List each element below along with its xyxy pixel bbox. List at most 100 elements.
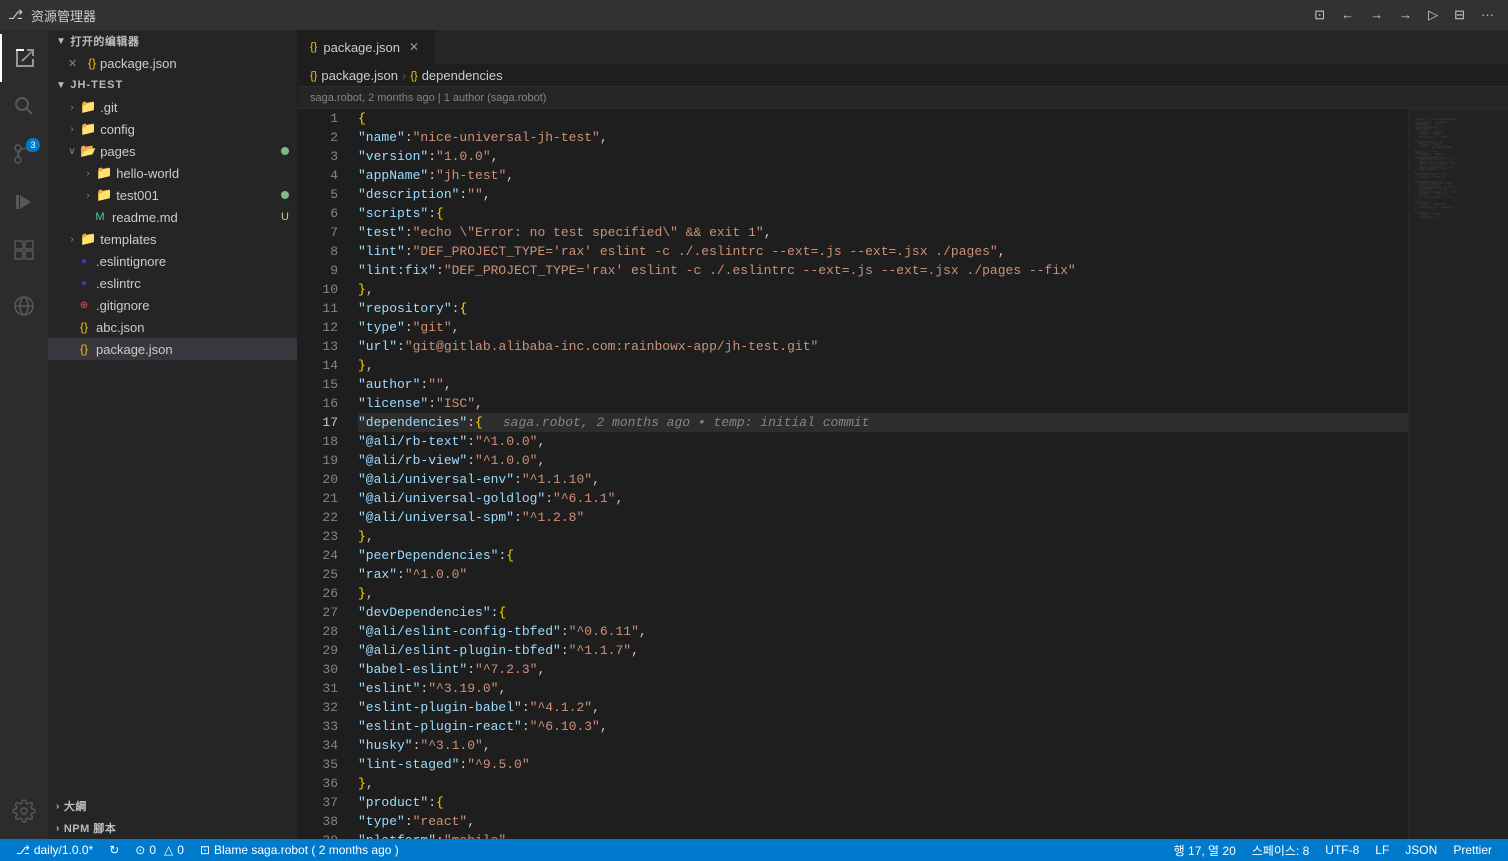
back-icon[interactable]: ← [1335, 7, 1360, 23]
code-line-25: "rax": "^1.0.0" [358, 565, 1408, 584]
code-line-23: }, [358, 527, 1408, 546]
tree-item-gitignore[interactable]: ⊕ .gitignore [48, 294, 297, 316]
tab-package-json[interactable]: {} package.json ✕ [298, 30, 435, 64]
code-line-29: "@ali/eslint-plugin-tbfed": "^1.1.7", [358, 641, 1408, 660]
breadcrumb-file[interactable]: package.json [321, 68, 398, 83]
open-editors-arrow: ▼ [56, 36, 66, 47]
tree-label-readme: readme.md [112, 210, 178, 225]
status-sync[interactable]: ↻ [101, 839, 127, 861]
tab-label: package.json [323, 40, 400, 55]
tree-item-git[interactable]: › 📁 .git [48, 96, 297, 118]
code-line-37: "product": { [358, 793, 1408, 812]
tree-item-abc-json[interactable]: {} abc.json [48, 316, 297, 338]
breadcrumb-section[interactable]: dependencies [422, 68, 503, 83]
status-encoding[interactable]: UTF-8 [1317, 839, 1367, 861]
tree-item-templates[interactable]: › 📁 templates [48, 228, 297, 250]
minimap[interactable]: { "name": "nice-universal", "version": "… [1408, 109, 1508, 839]
json-icon-2: {} [76, 320, 92, 334]
eslint-icon: ● [76, 256, 92, 267]
code-content[interactable]: { "name": "nice-universal-jh-test", "ver… [348, 109, 1408, 839]
source-control-badge: 3 [26, 138, 40, 152]
test001-modified-dot [281, 191, 289, 199]
npm-section[interactable]: › NPM 腳本 [48, 817, 297, 839]
folder-icon-2: 📁 [80, 121, 96, 137]
tab-close-button[interactable]: ✕ [406, 39, 422, 55]
tree-item-hello-world[interactable]: › 📁 hello-world [48, 162, 297, 184]
code-line-6: "scripts": { [358, 204, 1408, 223]
activity-settings[interactable] [0, 787, 48, 835]
code-line-11: "repository": { [358, 299, 1408, 318]
play-icon[interactable]: ▷ [1422, 7, 1444, 23]
tree-item-eslintrc[interactable]: ● .eslintrc [48, 272, 297, 294]
status-branch[interactable]: ⎇ daily/1.0.0* [8, 839, 101, 861]
tree-item-readme[interactable]: M readme.md U [48, 206, 297, 228]
status-errors-text: 0 [149, 843, 156, 857]
title-bar-left: ⎇ 资源管理器 [8, 6, 96, 25]
toggle-layout-icon[interactable]: ⊡ [1308, 7, 1331, 23]
ln-19: 19 [298, 451, 338, 470]
status-formatter-text: Prettier [1453, 843, 1492, 857]
breadcrumb: {} package.json › {} dependencies [298, 65, 1508, 87]
activity-search[interactable] [0, 82, 48, 130]
pages-modified-dot [281, 147, 289, 155]
code-editor[interactable]: 1 2 3 4 5 6 7 8 9 10 11 12 13 14 15 16 1… [298, 109, 1508, 839]
split-icon[interactable]: ⊟ [1448, 7, 1471, 23]
code-line-36: }, [358, 774, 1408, 793]
explorer-icon: ⎇ [8, 7, 23, 23]
status-language[interactable]: JSON [1397, 839, 1445, 861]
activity-run[interactable] [0, 178, 48, 226]
tree-item-eslintignore[interactable]: ● .eslintignore [48, 250, 297, 272]
code-line-26: }, [358, 584, 1408, 603]
open-editors-section[interactable]: ▼ 打开的编辑器 [48, 30, 297, 52]
git-icon: ⊕ [76, 300, 92, 311]
ln-6: 6 [298, 204, 338, 223]
ln-14: 14 [298, 356, 338, 375]
tree-item-package-json[interactable]: {} package.json [48, 338, 297, 360]
code-line-12: "type": "git", [358, 318, 1408, 337]
open-editors-label: 打开的编辑器 [70, 33, 139, 49]
ln-30: 30 [298, 660, 338, 679]
activity-extensions[interactable] [0, 226, 48, 274]
activity-source-control[interactable]: 3 [0, 130, 48, 178]
ln-11: 11 [298, 299, 338, 318]
ln-28: 28 [298, 622, 338, 641]
code-line-31: "eslint": "^3.19.0", [358, 679, 1408, 698]
code-line-38: "type": "react", [358, 812, 1408, 831]
ln-1: 1 [298, 109, 338, 128]
status-spaces[interactable]: 스페이스: 8 [1244, 839, 1318, 861]
ln-2: 2 [298, 128, 338, 147]
project-section-header[interactable]: ▼ JH-TEST [48, 74, 297, 96]
status-blame[interactable]: ⊡ Blame saga.robot ( 2 months ago ) [192, 839, 407, 861]
status-errors[interactable]: ⊙ 0 △ 0 [127, 839, 192, 861]
ln-18: 18 [298, 432, 338, 451]
tree-item-pages[interactable]: ∨ 📂 pages [48, 140, 297, 162]
forward-icon[interactable]: → [1364, 7, 1389, 23]
tree-label-test001: test001 [116, 188, 159, 203]
title-bar-controls: ⊡ ← → → ▷ ⊟ ··· [1308, 7, 1500, 23]
status-branch-text: daily/1.0.0* [34, 843, 93, 857]
tree-label-package-json: package.json [96, 342, 173, 357]
close-icon[interactable]: ✕ [68, 57, 84, 70]
tree-item-config[interactable]: › 📁 config [48, 118, 297, 140]
more-icon[interactable]: ··· [1475, 7, 1500, 23]
code-line-13: "url": "git@gitlab.alibaba-inc.com:rainb… [358, 337, 1408, 356]
activity-explorer[interactable] [0, 34, 48, 82]
status-formatter[interactable]: Prettier [1445, 839, 1500, 861]
code-line-14: }, [358, 356, 1408, 375]
outline-section[interactable]: › 大綱 [48, 795, 297, 817]
tree-item-test001[interactable]: › 📁 test001 [48, 184, 297, 206]
code-line-16: "license": "ISC", [358, 394, 1408, 413]
json-icon-3: {} [76, 342, 92, 356]
folder-icon-4: 📁 [96, 187, 112, 203]
open-editor-package-json[interactable]: ✕ {} package.json [48, 52, 297, 74]
forward2-icon[interactable]: → [1393, 7, 1418, 23]
title-bar: ⎇ 资源管理器 ⊡ ← → → ▷ ⊟ ··· [0, 0, 1508, 30]
status-eol[interactable]: LF [1367, 839, 1397, 861]
activity-remote[interactable] [0, 282, 48, 330]
status-warnings-text: 0 [177, 843, 184, 857]
status-position[interactable]: 행 17, 열 20 [1166, 839, 1244, 861]
code-line-18: "@ali/rb-text": "^1.0.0", [358, 432, 1408, 451]
status-eol-text: LF [1375, 843, 1389, 857]
chevron-right-icon: › [64, 102, 80, 113]
line-numbers: 1 2 3 4 5 6 7 8 9 10 11 12 13 14 15 16 1… [298, 109, 348, 839]
